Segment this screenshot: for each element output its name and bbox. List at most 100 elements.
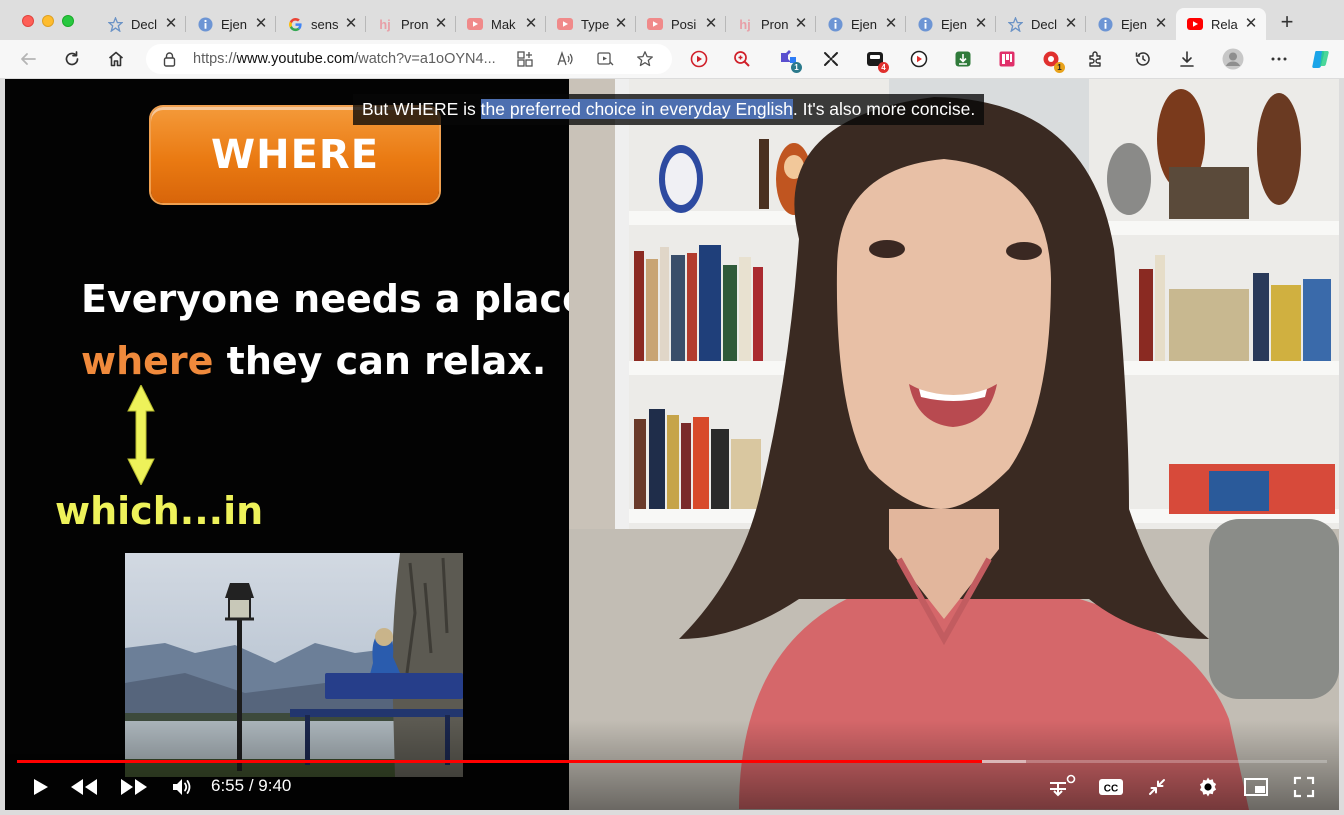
tab-ejen-1[interactable]: Ejen ✕ [186,8,276,40]
sentence-rest: they can relax. [213,339,547,383]
profile-avatar-icon[interactable] [1221,47,1245,71]
tab-label: Mak [491,16,516,32]
subtitles-cc-icon[interactable]: CC [1096,772,1126,802]
tab-label: Ejen [221,16,248,32]
hj-icon: hj [379,16,391,32]
tab-pron-1[interactable]: hj Pron ✕ [366,8,456,40]
fullscreen-icon[interactable] [1289,772,1319,802]
tab-decl-2[interactable]: Decl ✕ [996,8,1086,40]
svg-text:CC: CC [1104,784,1118,795]
tab-close-icon[interactable]: ✕ [884,16,898,31]
tab-label: Ejen [851,16,878,32]
volume-icon[interactable] [167,772,197,802]
tab-close-icon[interactable]: ✕ [794,16,808,31]
controls-gradient [5,720,1339,810]
youtube-icon [557,16,573,32]
tab-youtube-posi[interactable]: Posi ✕ [636,8,726,40]
board-extension-icon[interactable] [995,47,1019,71]
tab-close-icon[interactable]: ✕ [1064,16,1078,31]
more-menu-icon[interactable] [1267,47,1291,71]
lock-icon[interactable] [163,51,176,72]
back-icon[interactable] [16,47,40,71]
tab-youtube-active[interactable]: Rela ✕ [1176,8,1266,40]
settings-gear-icon[interactable] [1193,772,1223,802]
progress-bar[interactable] [17,760,1327,763]
star-icon [1007,16,1023,32]
url-path: /watch?v=a1oOYN4... [354,51,496,67]
autoplay-settings-icon[interactable] [1047,772,1077,802]
tab-google-search[interactable]: sens ✕ [276,8,366,40]
alternative-phrase: which...in [55,489,264,533]
time-display: 6:55 / 9:40 [211,776,291,796]
read-aloud-icon[interactable] [556,50,574,73]
tab-close-icon[interactable]: ✕ [254,16,268,31]
address-bar[interactable]: https://www.youtube.com/watch?v=a1oOYN4.… [146,44,672,74]
tab-close-icon[interactable]: ✕ [974,16,988,31]
tab-pron-2[interactable]: hj Pron ✕ [726,8,816,40]
extension-puzzle-blue-icon[interactable]: 1 [776,47,802,73]
history-icon[interactable] [1131,47,1155,71]
info-icon [1097,16,1113,32]
tab-close-icon[interactable]: ✕ [1244,16,1258,31]
tab-ejen-2[interactable]: Ejen ✕ [816,8,906,40]
caption-after: . It's also more concise. [792,99,976,119]
extension-badge: 1 [1054,62,1065,73]
video-player[interactable]: WHERE Everyone needs a place where they … [5,79,1339,810]
url-text[interactable]: https://www.youtube.com/watch?v=a1oOYN4.… [193,51,496,67]
tab-close-icon[interactable]: ✕ [524,16,538,31]
exit-fullscreen-icon[interactable] [1142,772,1172,802]
tab-strip: Decl ✕ Ejen ✕ sens ✕ hj Pron ✕ Mak ✕ Typ… [0,0,1344,40]
record-extension-icon[interactable]: 1 [1039,47,1065,73]
extensions-icon[interactable] [1083,47,1107,71]
tab-youtube-type[interactable]: Type ✕ [546,8,636,40]
rewind-icon[interactable] [69,772,99,802]
tab-ejen-3[interactable]: Ejen ✕ [906,8,996,40]
youtube-extension-icon[interactable] [687,47,711,71]
tab-ejen-4[interactable]: Ejen ✕ [1086,8,1176,40]
window-minimize-button[interactable] [42,15,54,27]
media-extension-icon[interactable] [907,47,931,71]
tab-close-icon[interactable]: ✕ [704,16,718,31]
url-domain: www.youtube.com [236,51,355,67]
tab-close-icon[interactable]: ✕ [164,16,178,31]
reload-icon[interactable] [60,47,84,71]
tab-label: Pron [761,16,789,32]
home-icon[interactable] [104,47,128,71]
miniplayer-icon[interactable] [1241,772,1271,802]
tab-decl-1[interactable]: Decl ✕ [96,8,186,40]
caption-selected-text[interactable]: the preferred choice in everyday English [480,99,793,119]
example-sentence-line1: Everyone needs a place [81,277,588,321]
crop-extension-icon[interactable] [819,47,843,71]
url-prefix: https:// [193,51,237,67]
tab-close-icon[interactable]: ✕ [1154,16,1168,31]
example-sentence-line2: where they can relax. [81,339,546,383]
youtube-icon [647,16,663,32]
fast-forward-icon[interactable] [119,772,149,802]
window-zoom-button[interactable] [62,15,74,27]
favorite-star-icon[interactable] [636,50,654,73]
download-extension-icon[interactable] [951,47,975,71]
double-arrow-icon [127,385,155,485]
youtube-icon [1187,16,1203,32]
copilot-icon[interactable] [1309,47,1333,71]
presenter-room [569,79,1339,810]
tab-label: Pron [401,16,429,32]
tab-close-icon[interactable]: ✕ [614,16,628,31]
tab-close-icon[interactable]: ✕ [344,16,358,31]
tab-close-icon[interactable]: ✕ [434,16,448,31]
search-extension-icon[interactable] [730,47,754,71]
where-word: where [81,339,214,383]
downloads-icon[interactable] [1175,47,1199,71]
app-available-icon[interactable] [516,50,534,73]
dark-extension-icon[interactable]: 4 [863,47,889,73]
info-icon [197,16,213,32]
hj-icon: hj [739,16,751,32]
tab-label: Type [581,16,610,32]
new-tab-button[interactable]: + [1276,11,1298,34]
play-icon[interactable] [25,772,55,802]
tab-youtube-mak[interactable]: Mak ✕ [456,8,546,40]
window-close-button[interactable] [22,15,34,27]
star-icon [107,16,123,32]
immersive-reader-icon[interactable] [596,50,614,73]
extension-badge: 4 [878,62,889,73]
